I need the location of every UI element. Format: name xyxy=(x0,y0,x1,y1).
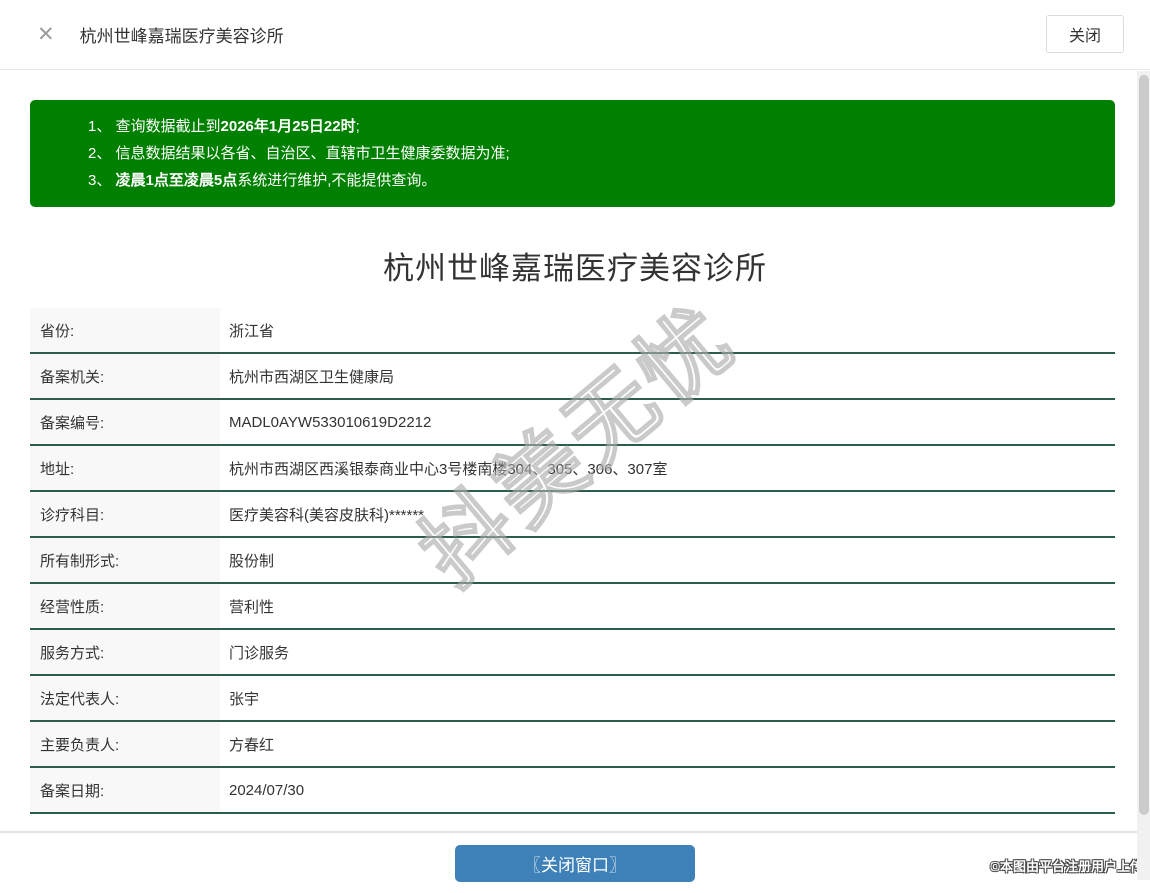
table-row: 所有制形式: 股份制 xyxy=(30,538,1115,584)
footer: 〖关闭窗口〗 xyxy=(0,833,1150,893)
row-label: 备案日期: xyxy=(30,768,220,812)
row-value: MADL0AYW533010619D2212 xyxy=(220,400,1115,444)
notice-line-number: 2、 xyxy=(88,145,116,162)
row-label: 经营性质: xyxy=(30,584,220,628)
row-label: 主要负责人: xyxy=(30,722,220,766)
row-value: 杭州市西湖区西溪银泰商业中心3号楼南楼304、305、306、307室 xyxy=(220,446,1115,490)
close-button[interactable]: 关闭 xyxy=(1046,15,1124,53)
close-window-button[interactable]: 〖关闭窗口〗 xyxy=(455,845,695,882)
notice-line-text: 信息数据结果以各省、自治区、直辖市卫生健康委数据为准; xyxy=(116,145,510,162)
table-row: 备案日期: 2024/07/30 xyxy=(30,768,1115,814)
row-label: 诊疗科目: xyxy=(30,492,220,536)
close-x-icon[interactable]: ✕ xyxy=(37,24,55,45)
scrollbar-thumb[interactable] xyxy=(1139,75,1149,815)
notice-banner: 1、 查询数据截止到2026年1月25日22时; 2、 信息数据结果以各省、自治… xyxy=(30,100,1115,207)
row-value: 营利性 xyxy=(220,584,1115,628)
notice-line-tail: ; xyxy=(356,118,360,135)
row-label: 所有制形式: xyxy=(30,538,220,582)
notice-line-number: 3、 xyxy=(88,172,116,189)
row-value: 门诊服务 xyxy=(220,630,1115,674)
row-label: 法定代表人: xyxy=(30,676,220,720)
notice-line-bold: 2026年1月25日22时 xyxy=(221,118,356,135)
row-label: 省份: xyxy=(30,308,220,352)
info-table: 省份: 浙江省 备案机关: 杭州市西湖区卫生健康局 备案编号: MADL0AYW… xyxy=(30,308,1115,814)
page-title: 杭州世峰嘉瑞医疗美容诊所 xyxy=(0,243,1150,288)
table-row: 经营性质: 营利性 xyxy=(30,584,1115,630)
row-label: 地址: xyxy=(30,446,220,490)
notice-line: 1、 查询数据截止到2026年1月25日22时; xyxy=(88,113,1095,140)
table-row: 备案机关: 杭州市西湖区卫生健康局 xyxy=(30,354,1115,400)
table-row: 省份: 浙江省 xyxy=(30,308,1115,354)
row-value: 浙江省 xyxy=(220,308,1115,352)
table-row: 地址: 杭州市西湖区西溪银泰商业中心3号楼南楼304、305、306、307室 xyxy=(30,446,1115,492)
notice-line: 3、 凌晨1点至凌晨5点系统进行维护,不能提供查询。 xyxy=(88,167,1095,194)
top-bar: ✕ 杭州世峰嘉瑞医疗美容诊所 关闭 xyxy=(0,0,1150,70)
row-label: 备案机关: xyxy=(30,354,220,398)
row-value: 杭州市西湖区卫生健康局 xyxy=(220,354,1115,398)
table-row: 诊疗科目: 医疗美容科(美容皮肤科)****** xyxy=(30,492,1115,538)
row-value: 2024/07/30 xyxy=(220,768,1115,812)
notice-line-tail: 系统进行维护,不能提供查询。 xyxy=(237,172,436,189)
row-value: 医疗美容科(美容皮肤科)****** xyxy=(220,492,1115,536)
table-row: 主要负责人: 方春红 xyxy=(30,722,1115,768)
row-label: 服务方式: xyxy=(30,630,220,674)
notice-line-text: 查询数据截止到 xyxy=(116,118,221,135)
notice-line-bold: 凌晨1点至凌晨5点 xyxy=(116,172,238,189)
copyright-note: ©本图由平台注册用户上传 xyxy=(990,856,1143,875)
scrollbar[interactable] xyxy=(1137,71,1150,880)
window-title: 杭州世峰嘉瑞医疗美容诊所 xyxy=(80,22,284,47)
table-row: 备案编号: MADL0AYW533010619D2212 xyxy=(30,400,1115,446)
row-value: 方春红 xyxy=(220,722,1115,766)
row-value: 股份制 xyxy=(220,538,1115,582)
notice-line: 2、 信息数据结果以各省、自治区、直辖市卫生健康委数据为准; xyxy=(88,140,1095,167)
table-row: 法定代表人: 张宇 xyxy=(30,676,1115,722)
table-row: 服务方式: 门诊服务 xyxy=(30,630,1115,676)
row-label: 备案编号: xyxy=(30,400,220,444)
row-value: 张宇 xyxy=(220,676,1115,720)
notice-line-number: 1、 xyxy=(88,118,116,135)
